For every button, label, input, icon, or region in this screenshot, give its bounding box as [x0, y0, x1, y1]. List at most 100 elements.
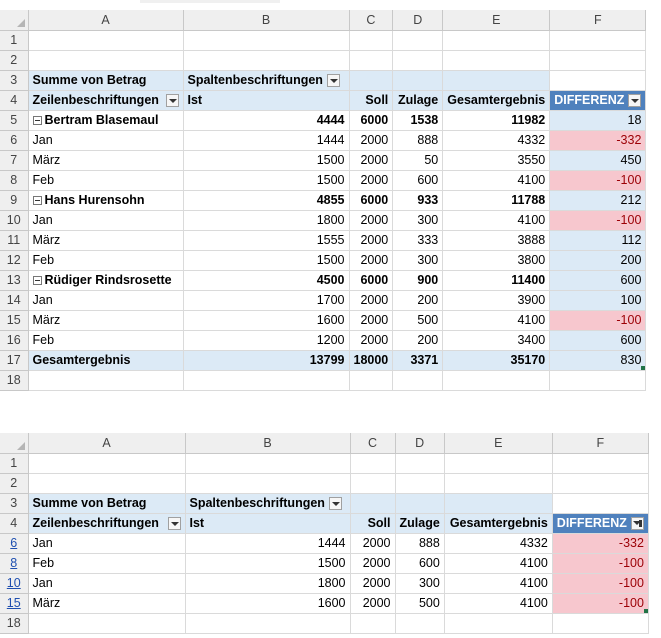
cell-gesamt[interactable]: 3800	[442, 250, 551, 271]
pivot-row-labels[interactable]: Zeilenbeschriftungen	[28, 90, 184, 111]
cell-differenz[interactable]: -100	[552, 573, 649, 594]
cell[interactable]	[442, 30, 551, 51]
item-label[interactable]: Feb	[28, 250, 184, 271]
cell-gesamt[interactable]: 4332	[442, 130, 551, 151]
column-header-d[interactable]: D	[395, 433, 445, 454]
cell[interactable]	[395, 453, 445, 474]
row-header[interactable]: 10	[0, 210, 29, 231]
row-header[interactable]: 3	[0, 493, 29, 514]
differenz-dropdown-icon[interactable]	[628, 93, 642, 107]
cell[interactable]	[349, 370, 394, 391]
header-zulage[interactable]: Zulage	[392, 90, 444, 111]
group-label[interactable]: Rüdiger Rindsrosette	[28, 269, 184, 291]
cell[interactable]	[444, 473, 553, 494]
cell-ist[interactable]: 1444	[183, 130, 350, 151]
cell-gesamt[interactable]: 11788	[442, 189, 551, 211]
cell-zulage[interactable]: 200	[392, 330, 444, 351]
cell-ist[interactable]: 1500	[185, 553, 351, 574]
column-header-b[interactable]: B	[185, 433, 351, 454]
cell-soll[interactable]: 2000	[350, 533, 396, 554]
cell[interactable]	[28, 453, 186, 474]
cell-differenz[interactable]: 212	[549, 190, 647, 211]
cell-ist[interactable]: 1800	[185, 573, 351, 594]
cell-soll[interactable]: 6000	[349, 189, 394, 211]
cell-differenz[interactable]: 18	[549, 110, 647, 131]
row-header[interactable]: 6	[0, 130, 29, 151]
cell-gesamt[interactable]: 4332	[444, 533, 553, 554]
header-gesamtergebnis[interactable]: Gesamtergebnis	[444, 513, 553, 534]
cell-gesamt[interactable]: 4100	[444, 593, 553, 614]
cell-differenz[interactable]: -100	[549, 210, 647, 231]
row-header[interactable]: 9	[0, 190, 29, 211]
pivot-column-labels[interactable]: Spaltenbeschriftungen	[183, 70, 350, 91]
cell-differenz[interactable]: -332	[549, 130, 647, 151]
cell-zulage[interactable]: 500	[392, 310, 444, 331]
cell-ist[interactable]: 1555	[183, 230, 350, 251]
cell-gesamt[interactable]: 3400	[442, 330, 551, 351]
cell-soll[interactable]: 6000	[349, 269, 394, 291]
collapse-minus-icon[interactable]	[32, 116, 42, 126]
row-header[interactable]: 12	[0, 250, 29, 271]
row-header[interactable]: 4	[0, 90, 29, 111]
cell[interactable]	[349, 30, 394, 51]
item-label[interactable]: März	[28, 593, 186, 614]
cell-ist[interactable]: 1600	[185, 593, 351, 614]
cell[interactable]	[28, 370, 184, 391]
item-label[interactable]: Jan	[28, 533, 186, 554]
cell-gesamt[interactable]: 3900	[442, 290, 551, 311]
cell[interactable]	[185, 473, 351, 494]
cell[interactable]	[185, 453, 351, 474]
cell[interactable]	[183, 30, 350, 51]
cell-differenz[interactable]: -100	[552, 553, 649, 574]
column-header-c[interactable]: C	[349, 10, 394, 31]
column-filter-dropdown-icon[interactable]	[328, 497, 342, 511]
cell[interactable]	[28, 613, 186, 634]
column-header-c[interactable]: C	[350, 433, 396, 454]
cell-ist[interactable]: 1700	[183, 290, 350, 311]
header-differenz[interactable]: DIFFERENZ	[552, 513, 649, 534]
item-label[interactable]: Feb	[28, 553, 186, 574]
cell-soll[interactable]: 2000	[349, 330, 394, 351]
row-header[interactable]: 8	[0, 170, 29, 191]
cell-differenz[interactable]: -332	[552, 533, 649, 554]
row-header[interactable]: 15	[0, 593, 29, 614]
cell[interactable]	[28, 473, 186, 494]
row-header[interactable]: 8	[0, 553, 29, 574]
cell-ist[interactable]: 1444	[185, 533, 351, 554]
row-header[interactable]: 11	[0, 230, 29, 251]
column-header-e[interactable]: E	[444, 433, 553, 454]
item-label[interactable]: Jan	[28, 573, 186, 594]
total-zulage[interactable]: 3371	[392, 349, 444, 371]
cell-ist[interactable]: 1500	[183, 150, 350, 171]
cell-zulage[interactable]: 900	[392, 269, 444, 291]
cell-zulage[interactable]: 300	[395, 573, 445, 594]
row-header[interactable]: 18	[0, 613, 29, 634]
total-differenz[interactable]: 830	[549, 350, 647, 371]
cell[interactable]	[395, 473, 445, 494]
item-label[interactable]: Feb	[28, 330, 184, 351]
header-gesamtergebnis[interactable]: Gesamtergebnis	[442, 90, 551, 111]
filter-active-icon[interactable]	[630, 516, 644, 530]
cell-zulage[interactable]: 933	[392, 189, 444, 211]
cell-differenz[interactable]: 100	[549, 290, 647, 311]
row-header[interactable]: 6	[0, 533, 29, 554]
header-differenz[interactable]: DIFFERENZ	[549, 90, 647, 111]
cell[interactable]	[552, 613, 649, 634]
cell-soll[interactable]: 2000	[349, 250, 394, 271]
row-header[interactable]: 10	[0, 573, 29, 594]
row-header[interactable]: 1	[0, 30, 29, 51]
column-header-d[interactable]: D	[392, 10, 444, 31]
cell-zulage[interactable]: 888	[392, 130, 444, 151]
collapse-minus-icon[interactable]	[32, 276, 42, 286]
total-soll[interactable]: 18000	[349, 349, 394, 371]
column-header-a[interactable]: A	[28, 433, 186, 454]
group-label[interactable]: Hans Hurensohn	[28, 189, 184, 211]
row-header[interactable]: 15	[0, 310, 29, 331]
cell[interactable]	[552, 493, 649, 514]
column-header-a[interactable]: A	[28, 10, 184, 31]
cell-ist[interactable]: 1500	[183, 170, 350, 191]
cell-soll[interactable]: 6000	[349, 109, 394, 131]
cell-gesamt[interactable]: 11400	[442, 269, 551, 291]
cell[interactable]	[350, 453, 396, 474]
row-header[interactable]: 1	[0, 453, 29, 474]
